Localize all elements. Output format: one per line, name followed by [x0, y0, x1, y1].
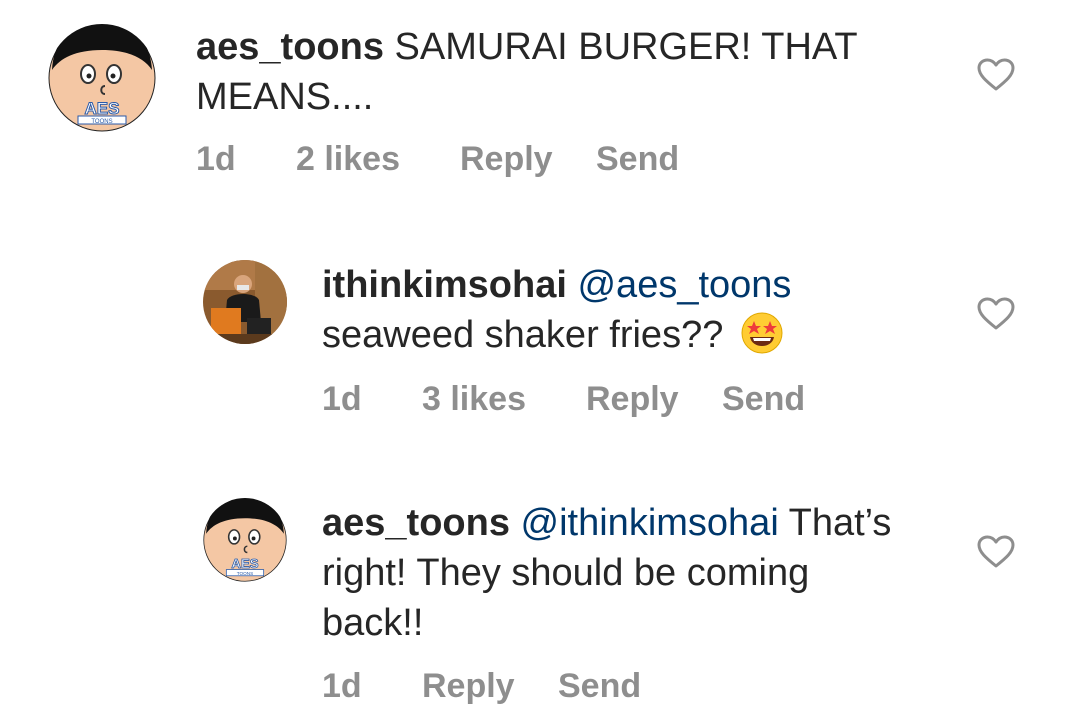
avatar-logo: AES	[85, 99, 120, 118]
avatar[interactable]: AES TOONS	[203, 498, 287, 582]
comment-body: aes_toons @ithinkimsohai That’s right! T…	[322, 498, 982, 648]
comment-meta: 1d Reply Send	[322, 667, 641, 706]
send-button[interactable]: Send	[596, 140, 679, 179]
timestamp: 1d	[322, 667, 362, 705]
reply-button[interactable]: Reply	[586, 380, 722, 419]
timestamp: 1d	[322, 380, 362, 418]
reply-button[interactable]: Reply	[460, 140, 596, 179]
comment-3: AES TOONS aes_toons @ithinkimsohai That’…	[0, 478, 1080, 721]
star-struck-emoji	[740, 311, 784, 355]
username[interactable]: aes_toons	[196, 26, 384, 68]
username[interactable]: ithinkimsohai	[322, 264, 567, 306]
avatar[interactable]: AES TOONS	[48, 24, 156, 132]
heart-outline-icon[interactable]	[977, 297, 1015, 331]
comment-body: aes_toons SAMURAI BURGER! THAT MEANS....	[196, 22, 916, 122]
avatar[interactable]	[203, 260, 287, 344]
comment-text-line-1: That’s	[788, 502, 892, 544]
comment-2: ithinkimsohai @aes_toons seaweed shaker …	[0, 240, 1080, 440]
mention-link[interactable]: @aes_toons	[577, 264, 791, 306]
comment-meta: 1d 2 likes Reply Send	[196, 140, 679, 179]
avatar-sub: TOONS	[91, 119, 112, 125]
comment-1: AES TOONS aes_toons SAMURAI BURGER! THAT…	[0, 0, 1080, 200]
comment-meta: 1d 3 likes Reply Send	[322, 380, 805, 419]
comment-text-line-2: right! They should be coming	[322, 552, 810, 594]
reply-button[interactable]: Reply	[422, 667, 558, 706]
comment-body: ithinkimsohai @aes_toons seaweed shaker …	[322, 260, 942, 360]
comment-text: seaweed shaker fries??	[322, 314, 724, 356]
heart-outline-icon[interactable]	[977, 58, 1015, 92]
avatar-sub: TOONS	[237, 571, 253, 576]
heart-outline-icon[interactable]	[977, 535, 1015, 569]
send-button[interactable]: Send	[558, 667, 641, 706]
comment-text-line-3: back!!	[322, 602, 424, 644]
likes-count[interactable]: 2 likes	[296, 140, 460, 179]
username[interactable]: aes_toons	[322, 502, 510, 544]
mention-link[interactable]: @ithinkimsohai	[521, 502, 779, 544]
send-button[interactable]: Send	[722, 380, 805, 419]
likes-count[interactable]: 3 likes	[422, 380, 586, 419]
avatar-logo: AES	[231, 556, 258, 571]
timestamp: 1d	[196, 140, 236, 178]
